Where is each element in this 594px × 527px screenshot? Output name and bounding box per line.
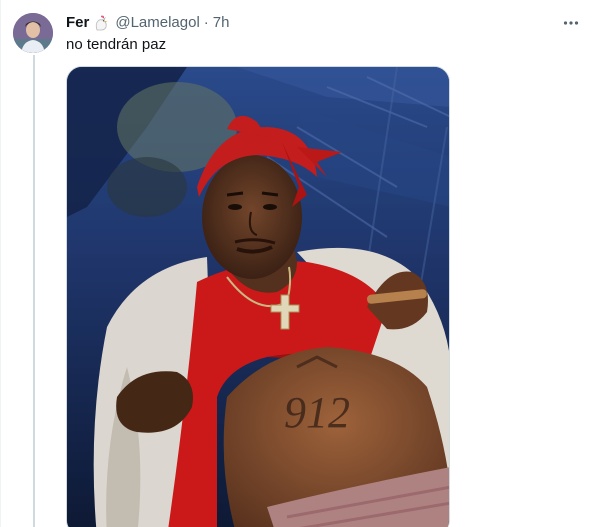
avatar[interactable] (13, 13, 53, 53)
tweet-reply-view: Fer @Lamelagol · 7h no tendrán paz 912 (0, 0, 594, 527)
header-separator: · (203, 14, 209, 31)
author-handle[interactable]: @Lamelagol (115, 13, 199, 33)
avatar-image (13, 13, 53, 53)
author-name[interactable]: Fer (66, 13, 89, 33)
more-horizontal-icon (563, 21, 579, 25)
tweet-header: Fer @Lamelagol · 7h (66, 13, 229, 33)
thread-line (33, 55, 35, 527)
column-border (0, 0, 1, 527)
tweet-timestamp[interactable]: 7h (213, 13, 230, 33)
chicken-icon (92, 14, 110, 32)
tweet-text: no tendrán paz (66, 36, 167, 53)
more-options-button[interactable] (559, 11, 583, 35)
tweet-media[interactable]: 912 (66, 66, 450, 527)
tweet-photo: 912 (67, 67, 449, 527)
